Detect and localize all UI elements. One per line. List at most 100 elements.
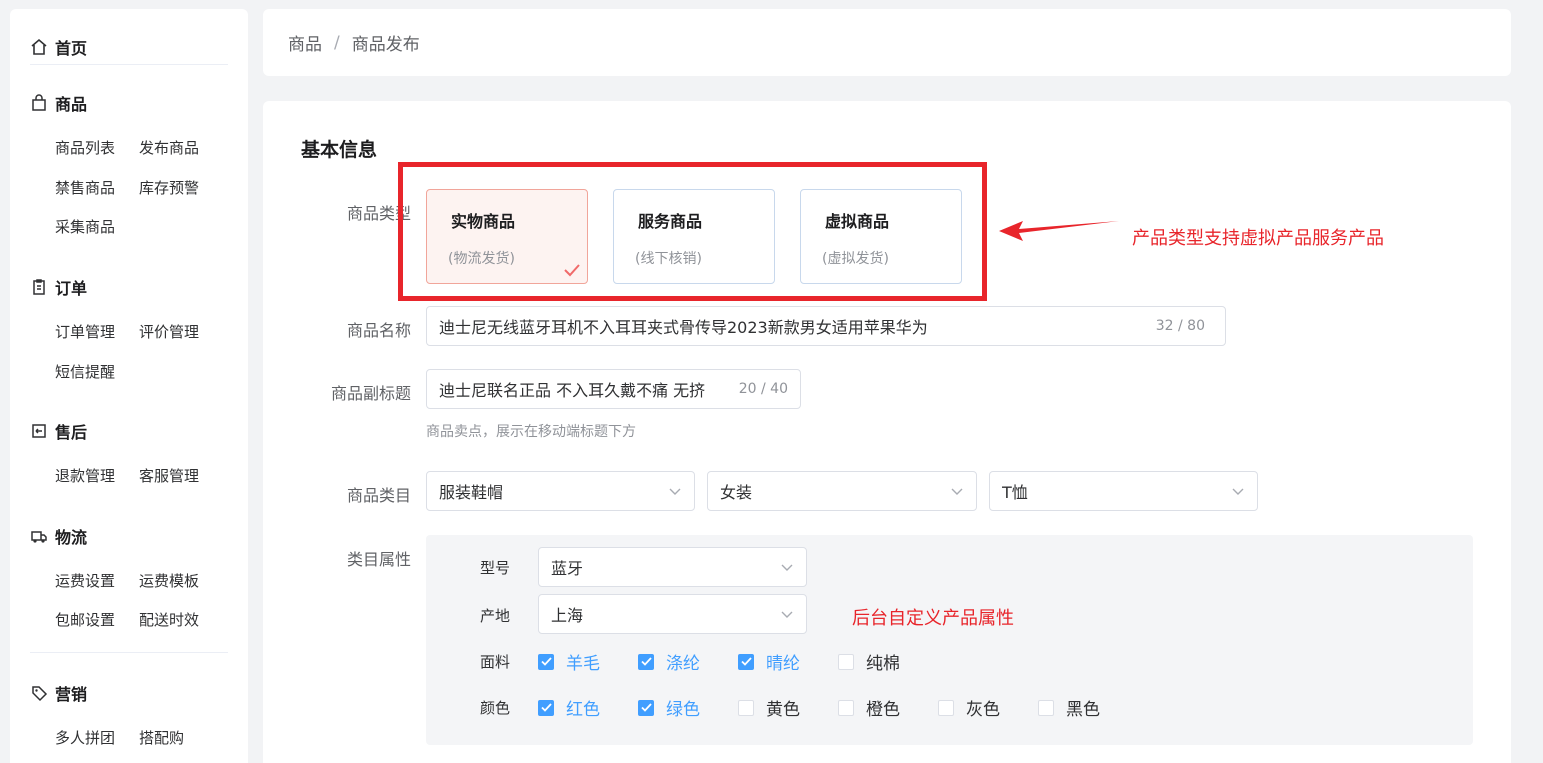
checkbox-box — [1038, 699, 1054, 716]
checkbox-box — [838, 653, 854, 670]
color-checkbox-orange[interactable]: 橙色 — [838, 695, 900, 720]
color-checkbox-gray[interactable]: 灰色 — [938, 695, 1000, 720]
checkbox-label: 绿色 — [666, 700, 700, 720]
checkbox-label: 晴纶 — [766, 654, 800, 674]
material-checkbox-wool[interactable]: 羊毛 — [538, 649, 600, 674]
category-level2-value: 女装 — [720, 483, 753, 502]
annotation-type-note: 产品类型支持虚拟产品服务产品 — [1132, 228, 1384, 249]
annotation-attr-note: 后台自定义产品属性 — [852, 608, 1014, 629]
checkbox-label: 纯棉 — [866, 654, 900, 674]
sidebar-item-collect-goods[interactable]: 采集商品 — [55, 216, 115, 237]
sidebar-item-order-manage[interactable]: 订单管理 — [55, 321, 115, 342]
checkbox-label: 红色 — [566, 700, 600, 720]
sidebar-home[interactable]: 首页 — [30, 29, 228, 65]
category-select-level3[interactable]: T恤 — [989, 471, 1258, 511]
color-checkbox-black[interactable]: 黑色 — [1038, 695, 1100, 720]
chevron-down-icon — [781, 611, 793, 618]
sidebar-item-publish-goods[interactable]: 发布商品 — [139, 137, 199, 158]
material-checkbox-cotton[interactable]: 纯棉 — [838, 649, 900, 674]
check-icon — [740, 657, 752, 666]
attributes-panel: 型号 蓝牙 产地 上海 后台自定义产品属性 面料 羊毛 涤纶 晴纶 纯棉 颜色 — [426, 535, 1473, 745]
sidebar: 首页 商品 商品列表 发布商品 禁售商品 库存预警 采集商品 订单 订单管理 评… — [10, 9, 248, 763]
home-title: 首页 — [30, 35, 87, 59]
sidebar-group-label: 售后 — [55, 423, 88, 442]
return-icon — [32, 424, 46, 438]
section-title: 基本信息 — [301, 139, 378, 161]
product-name-input[interactable]: 迪士尼无线蓝牙耳机不入耳耳夹式骨传导2023新款男女适用苹果华为 32 / 80 — [426, 306, 1226, 346]
subtitle-label: 商品副标题 — [330, 384, 411, 403]
category-select-level1[interactable]: 服装鞋帽 — [426, 471, 695, 511]
type-label: 商品类型 — [346, 204, 411, 223]
check-icon — [540, 703, 552, 712]
checkbox-label: 黑色 — [1066, 700, 1100, 720]
annotation-highlight-box — [398, 162, 987, 301]
sidebar-item-delivery-time[interactable]: 配送时效 — [139, 609, 199, 630]
product-subtitle-count: 20 / 40 — [738, 381, 788, 397]
sidebar-group-orders[interactable]: 订单 — [30, 275, 87, 299]
home-icon — [31, 38, 47, 55]
sidebar-item-freight-template[interactable]: 运费模板 — [139, 570, 199, 591]
sidebar-home-label: 首页 — [55, 38, 88, 58]
model-select[interactable]: 蓝牙 — [538, 547, 807, 587]
sidebar-item-freight-settings[interactable]: 运费设置 — [55, 570, 115, 591]
sidebar-group-aftersale[interactable]: 售后 — [30, 419, 87, 443]
bag-icon — [32, 94, 46, 111]
breadcrumb-parent[interactable]: 商品 — [288, 30, 322, 55]
clipboard-icon — [33, 279, 45, 295]
material-checkbox-acrylic[interactable]: 晴纶 — [738, 649, 800, 674]
sidebar-item-stock-alert[interactable]: 库存预警 — [139, 177, 199, 198]
material-checkbox-polyester[interactable]: 涤纶 — [638, 649, 700, 674]
check-icon — [640, 703, 652, 712]
checkbox-box — [838, 699, 854, 716]
sidebar-item-review-manage[interactable]: 评价管理 — [139, 321, 199, 342]
checkbox-label: 黄色 — [766, 700, 800, 720]
checkbox-label: 橙色 — [866, 700, 900, 720]
chevron-down-icon — [951, 488, 963, 495]
sidebar-item-free-shipping[interactable]: 包邮设置 — [55, 609, 115, 630]
color-checkbox-red[interactable]: 红色 — [538, 695, 600, 720]
sidebar-group-label: 商品 — [55, 95, 88, 114]
color-checkbox-green[interactable]: 绿色 — [638, 695, 700, 720]
category-level1-value: 服装鞋帽 — [439, 483, 504, 502]
sidebar-item-service-manage[interactable]: 客服管理 — [139, 465, 199, 486]
color-checkbox-yellow[interactable]: 黄色 — [738, 695, 800, 720]
annotation-arrow-icon — [999, 221, 1119, 241]
checkbox-box — [938, 699, 954, 716]
color-label: 颜色 — [480, 699, 511, 717]
sidebar-item-bundle-buy[interactable]: 搭配购 — [139, 727, 184, 748]
sidebar-item-banned-goods[interactable]: 禁售商品 — [55, 177, 115, 198]
category-select-level2[interactable]: 女装 — [707, 471, 977, 511]
checkbox-box — [538, 699, 554, 716]
origin-value: 上海 — [551, 606, 584, 625]
sidebar-group-marketing[interactable]: 营销 — [30, 681, 87, 705]
checkbox-box — [638, 699, 654, 716]
chevron-down-icon — [1232, 488, 1244, 495]
product-name-value: 迪士尼无线蓝牙耳机不入耳耳夹式骨传导2023新款男女适用苹果华为 — [439, 318, 928, 337]
sidebar-divider — [30, 652, 228, 653]
check-icon — [640, 657, 652, 666]
breadcrumb-separator: / — [334, 32, 340, 53]
checkbox-box — [738, 699, 754, 716]
truck-icon — [31, 531, 47, 543]
subtitle-hint: 商品卖点，展示在移动端标题下方 — [426, 424, 636, 440]
sidebar-item-group-buy[interactable]: 多人拼团 — [55, 727, 115, 748]
sidebar-group-goods[interactable]: 商品 — [30, 91, 87, 115]
model-value: 蓝牙 — [551, 559, 584, 578]
origin-select[interactable]: 上海 — [538, 594, 807, 634]
category-level3-value: T恤 — [1002, 483, 1028, 502]
sidebar-item-refund-manage[interactable]: 退款管理 — [55, 465, 115, 486]
sidebar-item-sms-reminder[interactable]: 短信提醒 — [55, 361, 115, 382]
chevron-down-icon — [669, 488, 681, 495]
breadcrumb-current: 商品发布 — [351, 35, 420, 55]
sidebar-group-label: 物流 — [55, 528, 88, 547]
publish-form: 基本信息 商品类型 实物商品 (物流发货) 服务商品 (线下核销) 虚拟商品 (… — [263, 101, 1511, 763]
attributes-label: 类目属性 — [346, 550, 411, 569]
sidebar-group-label: 订单 — [55, 279, 88, 298]
material-label: 面料 — [480, 653, 511, 671]
origin-label: 产地 — [480, 607, 511, 625]
sidebar-group-logistics[interactable]: 物流 — [30, 524, 87, 548]
check-icon — [540, 657, 552, 666]
sidebar-item-goods-list[interactable]: 商品列表 — [55, 137, 115, 158]
sidebar-group-label: 营销 — [55, 685, 88, 704]
product-subtitle-input[interactable]: 迪士尼联名正品 不入耳久戴不痛 无挤 20 / 40 — [426, 369, 801, 409]
